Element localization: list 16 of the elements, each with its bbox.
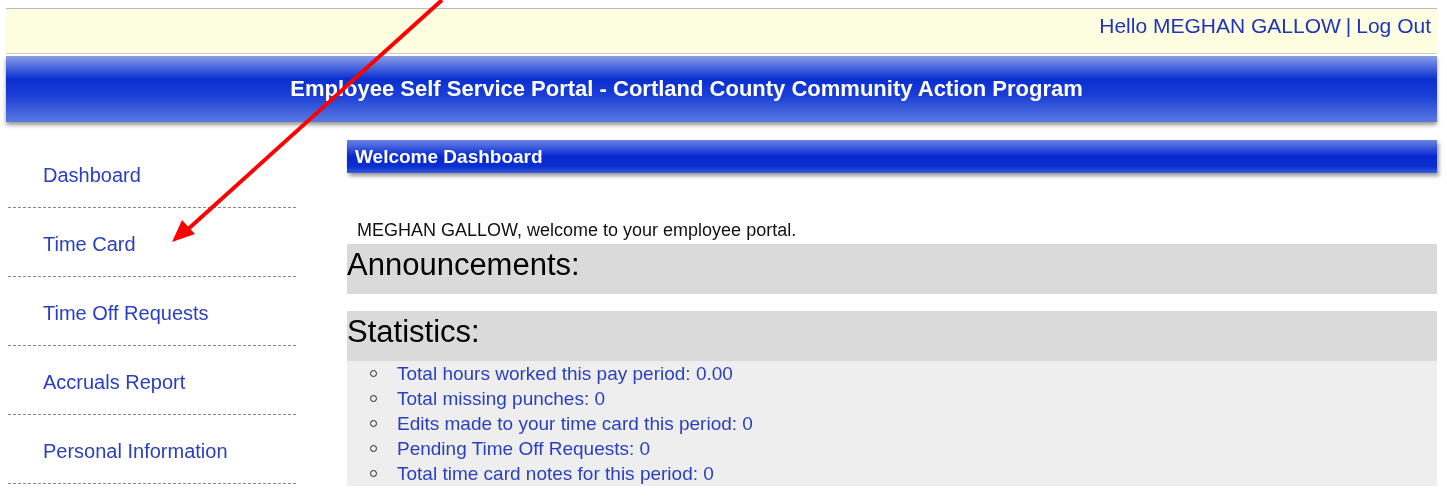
statistic-link[interactable]: Pending Time Off Requests: 0 <box>397 436 651 461</box>
sidebar-item[interactable]: Accruals Report <box>8 347 296 415</box>
sidebar-item[interactable]: Dashboard <box>8 140 296 208</box>
statistic-link[interactable]: Total time card notes for this period: 0 <box>397 461 714 486</box>
statistic-link[interactable]: Edits made to your time card this period: 0 <box>397 411 753 436</box>
section-heading: Statistics: <box>347 311 1437 361</box>
section-heading: Announcements: <box>347 244 1437 294</box>
statistic-link[interactable]: Total hours worked this pay period: 0.00 <box>397 361 733 386</box>
sidebar-item[interactable]: Personal Information <box>8 416 296 484</box>
statistic-link[interactable]: Total missing punches: 0 <box>397 386 606 411</box>
separator-text: | <box>1345 14 1352 38</box>
greeting-text: Hello MEGHAN GALLOW <box>1099 14 1341 38</box>
welcome-text: MEGHAN GALLOW, welcome to your employee portal. <box>357 220 798 242</box>
sidebar-item[interactable]: Time Off Requests <box>8 278 296 346</box>
logout-link[interactable]: Log Out <box>1356 14 1431 38</box>
section-title: Welcome Dashboard <box>355 145 543 168</box>
